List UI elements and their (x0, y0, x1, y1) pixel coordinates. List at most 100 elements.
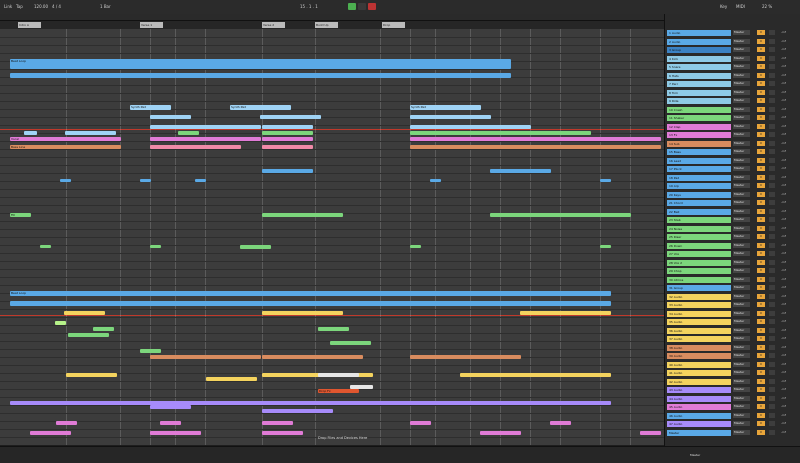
output-routing[interactable]: Master (733, 47, 750, 52)
clip-26[interactable] (195, 179, 206, 182)
clip-60[interactable] (10, 401, 611, 405)
track-volume[interactable]: 0 (757, 55, 765, 61)
midi-map-button[interactable]: MIDI (736, 3, 745, 10)
track-volume[interactable]: 0 (757, 38, 765, 44)
clip-24[interactable] (60, 179, 71, 182)
pan-knob[interactable] (769, 412, 775, 418)
locator-0[interactable]: Intro A (18, 22, 41, 28)
track-volume[interactable]: 0 (757, 242, 765, 248)
clip-44[interactable] (55, 321, 66, 325)
clip-12[interactable] (65, 131, 116, 135)
clip-36[interactable] (240, 245, 271, 249)
output-routing[interactable]: Master (733, 353, 750, 358)
track-name-17[interactable]: 17 Pluck (667, 166, 731, 172)
clip-57[interactable] (460, 373, 611, 377)
output-routing[interactable]: Master (733, 387, 750, 392)
track-volume[interactable]: 0 (757, 217, 765, 222)
clip-14[interactable] (262, 131, 313, 135)
track-volume[interactable]: 0 (757, 191, 765, 197)
track-name-11[interactable]: 11 Shaker (667, 115, 731, 121)
clip-30[interactable] (600, 179, 611, 182)
track-volume[interactable]: 0 (757, 30, 765, 35)
pan-knob[interactable] (769, 259, 775, 265)
pan-knob[interactable] (769, 310, 775, 316)
track-name-23[interactable]: 23 Stab (667, 217, 731, 223)
clip-64[interactable] (160, 421, 181, 425)
track-volume[interactable]: 0 (757, 293, 765, 299)
track-volume[interactable]: 0 (757, 140, 765, 146)
track-volume[interactable]: 0 (757, 344, 765, 350)
track-volume[interactable]: 0 (757, 174, 765, 180)
pan-knob[interactable] (769, 157, 775, 163)
clip-27[interactable] (262, 169, 313, 173)
clip-42[interactable] (262, 311, 343, 315)
output-routing[interactable]: Master (733, 72, 750, 78)
output-routing[interactable]: Master (733, 421, 750, 426)
beat-time-ruler[interactable] (0, 14, 664, 21)
pan-knob[interactable] (769, 319, 775, 324)
pan-knob[interactable] (769, 217, 775, 222)
clip-47[interactable] (318, 327, 349, 331)
clip-63[interactable] (56, 421, 77, 425)
locator-strip[interactable]: Intro A Verse 1 Verse 2 Build Up Drop (0, 21, 664, 29)
pan-knob[interactable] (769, 387, 775, 392)
clip-6[interactable] (260, 115, 321, 119)
clip-5[interactable] (150, 115, 191, 119)
clip-9[interactable] (262, 125, 313, 129)
tap-button[interactable]: Tap (16, 3, 23, 10)
link-button[interactable]: Link (4, 3, 12, 10)
clip-16[interactable]: Vocal (10, 137, 121, 141)
output-routing[interactable]: Master (733, 285, 750, 290)
clip-39[interactable]: Beat Loop (10, 291, 611, 296)
track-name-2[interactable]: 2 Audio (667, 38, 731, 45)
clip-21[interactable] (150, 145, 241, 149)
output-routing[interactable]: Master (733, 191, 750, 197)
output-routing[interactable]: Master (733, 208, 750, 214)
track-name-40[interactable]: 40 Audio (667, 361, 731, 368)
clip-40[interactable] (10, 301, 611, 306)
track-name-27[interactable]: 27 Vox (667, 251, 731, 257)
clip-15[interactable] (410, 131, 591, 135)
track-name-4[interactable]: 4 Kick (667, 55, 731, 62)
pan-knob[interactable] (769, 395, 775, 401)
pan-knob[interactable] (769, 268, 775, 273)
track-name-1[interactable]: 1 Audio (667, 30, 731, 36)
locator-4[interactable]: Drop (382, 22, 405, 28)
clip-0[interactable]: Beat Loop (10, 59, 511, 69)
track-volume[interactable]: 0 (757, 123, 765, 129)
track-name-13[interactable]: 13 Fx (667, 132, 731, 138)
arrangement-view[interactable]: Beat Loop Synth Pad Synth Pad Synth Pad Voca… (0, 29, 664, 445)
track-name-12[interactable]: 12 Clap (667, 123, 731, 130)
clip-34[interactable] (40, 245, 51, 248)
output-routing[interactable]: Master (733, 81, 750, 86)
stop-button[interactable] (358, 3, 366, 10)
clip-8[interactable] (150, 125, 261, 129)
clip-66[interactable] (410, 421, 431, 425)
output-routing[interactable]: Master (733, 149, 750, 154)
track-volume[interactable]: 0 (757, 251, 765, 256)
clip-7[interactable] (410, 115, 491, 119)
output-routing[interactable]: Master (733, 106, 750, 112)
clip-56[interactable] (318, 373, 359, 377)
track-name-14[interactable]: 14 Sub (667, 140, 731, 147)
clip-46[interactable] (68, 333, 109, 337)
track-volume[interactable]: 0 (757, 157, 765, 163)
play-button[interactable] (348, 3, 356, 10)
pan-knob[interactable] (769, 132, 775, 137)
clip-2[interactable]: Synth Pad (130, 105, 171, 110)
track-name-16[interactable]: 16 Lead (667, 157, 731, 164)
clip-18[interactable] (262, 137, 313, 141)
clip-43[interactable] (520, 311, 611, 315)
pan-knob[interactable] (769, 38, 775, 44)
output-routing[interactable]: Master (733, 166, 750, 171)
output-routing[interactable]: Master (733, 132, 750, 137)
pan-knob[interactable] (769, 123, 775, 129)
clip-54[interactable] (206, 377, 257, 381)
track-volume[interactable]: 0 (757, 132, 765, 137)
output-routing[interactable]: Master (733, 302, 750, 307)
output-routing[interactable]: Master (733, 310, 750, 316)
output-routing[interactable]: Master (733, 64, 750, 69)
track-volume[interactable]: 0 (757, 336, 765, 341)
track-volume[interactable]: 0 (757, 64, 765, 69)
track-name-5[interactable]: 5 Snare (667, 64, 731, 70)
